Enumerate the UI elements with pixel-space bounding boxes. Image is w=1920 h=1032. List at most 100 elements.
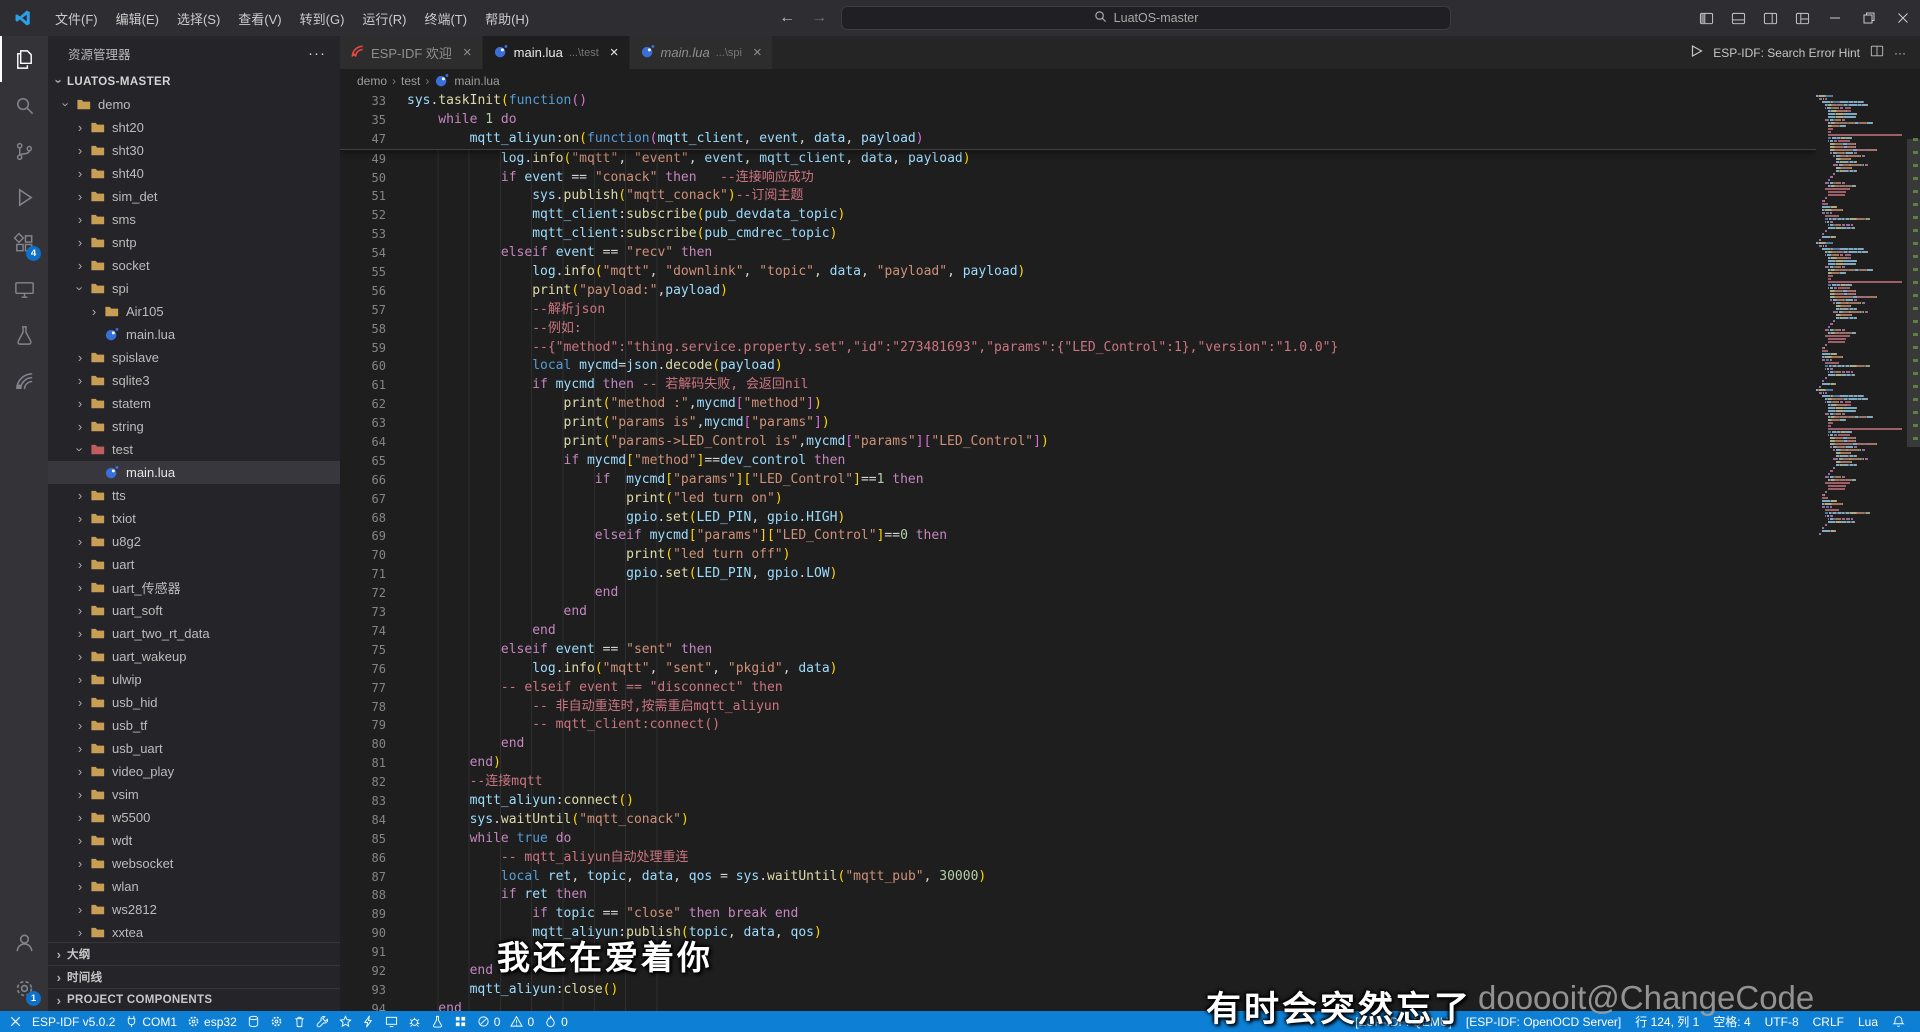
tree-folder-video_play[interactable]: ›video_play bbox=[48, 760, 340, 783]
code-line-70[interactable]: 70print("led turn off") bbox=[340, 546, 1816, 565]
code-line-75[interactable]: 75elseif event == "sent" then bbox=[340, 641, 1816, 660]
tree-folder-sntp[interactable]: ›sntp bbox=[48, 231, 340, 254]
more-actions-icon[interactable]: ··· bbox=[308, 45, 326, 62]
settings-icon[interactable]: 1 bbox=[0, 965, 48, 1011]
code-line-67[interactable]: 67print("led turn on") bbox=[340, 490, 1816, 509]
breadcrumb-item-demo[interactable]: demo bbox=[357, 74, 387, 88]
code-line-72[interactable]: 72end bbox=[340, 584, 1816, 603]
code-line-68[interactable]: 68gpio.set(LED_PIN, gpio.HIGH) bbox=[340, 509, 1816, 528]
forward-button[interactable]: → bbox=[809, 9, 829, 27]
breadcrumb-item-main.lua[interactable]: main.lua bbox=[454, 74, 499, 88]
tree-folder-usb_uart[interactable]: ›usb_uart bbox=[48, 737, 340, 760]
status-build[interactable] bbox=[311, 1011, 334, 1032]
restore-button[interactable] bbox=[1852, 0, 1886, 36]
code-line-54[interactable]: 54elseif event == "recv" then bbox=[340, 244, 1816, 263]
code-line-50[interactable]: 50if event == "conack" then --连接响应成功 bbox=[340, 169, 1816, 188]
code-line-58[interactable]: 58--例如: bbox=[340, 320, 1816, 339]
code-line-80[interactable]: 80end bbox=[340, 735, 1816, 754]
menu-转到[interactable]: 转到(G) bbox=[291, 0, 354, 36]
tree-folder-Air105[interactable]: ›Air105 bbox=[48, 300, 340, 323]
code-line-81[interactable]: 81end) bbox=[340, 754, 1816, 773]
tree-folder-wlan[interactable]: ›wlan bbox=[48, 875, 340, 898]
code-line-64[interactable]: 64print("params->LED_Control is",mycmd["… bbox=[340, 433, 1816, 452]
status-notifications[interactable] bbox=[1885, 1011, 1912, 1032]
toggle-secondary-sidebar-icon[interactable] bbox=[1754, 0, 1786, 36]
code-line-88[interactable]: 88if ret then bbox=[340, 886, 1816, 905]
menu-终端[interactable]: 终端(T) bbox=[415, 0, 476, 36]
code-line-52[interactable]: 52mqtt_client:subscribe(pub_devdata_topi… bbox=[340, 206, 1816, 225]
status-commands[interactable] bbox=[449, 1011, 472, 1032]
code-line-78[interactable]: 78-- 非自动重连时,按需重启mqtt_aliyun bbox=[340, 698, 1816, 717]
toggle-panel-icon[interactable] bbox=[1722, 0, 1754, 36]
menu-文件[interactable]: 文件(F) bbox=[46, 0, 107, 36]
code-line-55[interactable]: 55log.info("mqtt", "downlink", "topic", … bbox=[340, 263, 1816, 282]
tree-folder-u8g2[interactable]: ›u8g2 bbox=[48, 530, 340, 553]
code-line-89[interactable]: 89if topic == "close" then break end bbox=[340, 905, 1816, 924]
run-hint-label[interactable]: ESP-IDF: Search Error Hint bbox=[1713, 46, 1860, 60]
remote-explorer-icon[interactable] bbox=[0, 266, 48, 312]
status-errors[interactable]: 0 bbox=[472, 1011, 506, 1032]
close-icon[interactable]: × bbox=[753, 45, 762, 60]
tree-folder-sim_det[interactable]: ›sim_det bbox=[48, 185, 340, 208]
toggle-primary-sidebar-icon[interactable] bbox=[1690, 0, 1722, 36]
tab-main.lua[interactable]: main.lua...\test× bbox=[483, 36, 630, 69]
code-line-62[interactable]: 62print("method :",mycmd["method"]) bbox=[340, 395, 1816, 414]
code-line-57[interactable]: 57--解析json bbox=[340, 301, 1816, 320]
tree-folder-spislave[interactable]: ›spislave bbox=[48, 346, 340, 369]
close-icon[interactable]: × bbox=[610, 45, 619, 60]
tree-folder-usb_hid[interactable]: ›usb_hid bbox=[48, 691, 340, 714]
code-line-87[interactable]: 87local ret, topic, data, qos = sys.wait… bbox=[340, 868, 1816, 887]
code-line-76[interactable]: 76log.info("mqtt", "sent", "pkgid", data… bbox=[340, 660, 1816, 679]
tree-folder-ulwip[interactable]: ›ulwip bbox=[48, 668, 340, 691]
split-editor-icon[interactable] bbox=[1870, 44, 1884, 61]
code-line-86[interactable]: 86-- mqtt_aliyun自动处理重连 bbox=[340, 849, 1816, 868]
code-line-69[interactable]: 69elseif mycmd["params"]["LED_Control"]=… bbox=[340, 527, 1816, 546]
code-line-66[interactable]: 66if mycmd["params"]["LED_Control"]==1 t… bbox=[340, 471, 1816, 490]
code-line-47[interactable]: 47mqtt_aliyun:on(function(mqtt_client, e… bbox=[340, 130, 1816, 149]
status-monitor[interactable] bbox=[380, 1011, 403, 1032]
code-line-49[interactable]: 49log.info("mqtt", "event", event, mqtt_… bbox=[340, 150, 1816, 169]
code-line-84[interactable]: 84sys.waitUntil("mqtt_conack") bbox=[340, 811, 1816, 830]
code-line-51[interactable]: 51sys.publish("mqtt_conack")--订阅主题 bbox=[340, 187, 1816, 206]
menu-查看[interactable]: 查看(V) bbox=[229, 0, 290, 36]
status-flash-method[interactable] bbox=[334, 1011, 357, 1032]
code-line-79[interactable]: 79-- mqtt_client:connect() bbox=[340, 716, 1816, 735]
status-full-clean[interactable] bbox=[288, 1011, 311, 1032]
tree-folder-w5500[interactable]: ›w5500 bbox=[48, 806, 340, 829]
tree-folder-wdt[interactable]: ›wdt bbox=[48, 829, 340, 852]
minimap[interactable] bbox=[1816, 92, 1920, 1011]
tree-folder-string[interactable]: ›string bbox=[48, 415, 340, 438]
tree-folder-txiot[interactable]: ›txiot bbox=[48, 507, 340, 530]
tree-folder-sht40[interactable]: ›sht40 bbox=[48, 162, 340, 185]
tree-file-main.lua[interactable]: main.lua bbox=[48, 461, 340, 484]
customize-layout-icon[interactable] bbox=[1786, 0, 1818, 36]
code-line-63[interactable]: 63print("params is",mycmd["params"]) bbox=[340, 414, 1816, 433]
status-build-flash-monitor[interactable]: 0 bbox=[539, 1011, 573, 1032]
tree-folder-uart[interactable]: ›uart bbox=[48, 553, 340, 576]
menu-运行[interactable]: 运行(R) bbox=[353, 0, 415, 36]
run-icon[interactable] bbox=[1689, 44, 1703, 61]
code-line-83[interactable]: 83mqtt_aliyun:connect() bbox=[340, 792, 1816, 811]
menu-编辑[interactable]: 编辑(E) bbox=[107, 0, 168, 36]
source-control-icon[interactable] bbox=[0, 128, 48, 174]
tree-folder-usb_tf[interactable]: ›usb_tf bbox=[48, 714, 340, 737]
more-actions-icon[interactable]: ··· bbox=[1894, 46, 1906, 60]
close-button[interactable] bbox=[1886, 0, 1920, 36]
tree-folder-ws2812[interactable]: ›ws2812 bbox=[48, 898, 340, 921]
explorer-icon[interactable] bbox=[0, 36, 48, 82]
tree-folder-uart_two_rt_data[interactable]: ›uart_two_rt_data bbox=[48, 622, 340, 645]
breadcrumb[interactable]: demo›test›main.lua bbox=[340, 69, 1920, 92]
tree-folder-vsim[interactable]: ›vsim bbox=[48, 783, 340, 806]
status-flash[interactable] bbox=[357, 1011, 380, 1032]
tree-folder-statem[interactable]: ›statem bbox=[48, 392, 340, 415]
code-line-60[interactable]: 60local mycmd=json.decode(payload) bbox=[340, 357, 1816, 376]
close-icon[interactable]: × bbox=[463, 45, 472, 60]
vscode-logo-icon[interactable] bbox=[0, 9, 46, 27]
testing-icon[interactable] bbox=[0, 312, 48, 358]
status-warnings[interactable]: 0 bbox=[505, 1011, 539, 1032]
tree-folder-sht30[interactable]: ›sht30 bbox=[48, 139, 340, 162]
status-menuconfig[interactable] bbox=[265, 1011, 288, 1032]
section-PROJECT COMPONENTS[interactable]: ›PROJECT COMPONENTS bbox=[48, 988, 340, 1011]
espressif-icon[interactable] bbox=[0, 358, 48, 404]
accounts-icon[interactable] bbox=[0, 919, 48, 965]
